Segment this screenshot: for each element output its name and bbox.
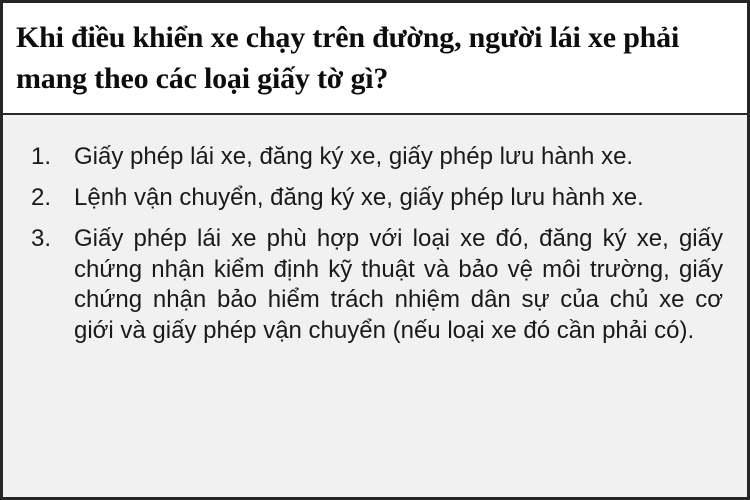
answer-option-3[interactable]: 3. Giấy phép lái xe phù hợp với loại xe … — [31, 224, 723, 346]
answer-text: Lệnh vận chuyển, đăng ký xe, giấy phép l… — [74, 184, 644, 211]
answer-text: Giấy phép lái xe phù hợp với loại xe đó,… — [74, 225, 723, 344]
answer-number: 3. — [31, 225, 52, 252]
question-card: Khi điều khiển xe chạy trên đường, người… — [0, 0, 750, 500]
answer-number: 2. — [31, 184, 52, 211]
answers-panel: 1. Giấy phép lái xe, đăng ký xe, giấy ph… — [3, 115, 747, 497]
question-header: Khi điều khiển xe chạy trên đường, người… — [3, 3, 747, 115]
question-text: Khi điều khiển xe chạy trên đường, người… — [16, 21, 680, 95]
answer-number: 1. — [31, 143, 52, 170]
answer-option-1[interactable]: 1. Giấy phép lái xe, đăng ký xe, giấy ph… — [31, 142, 723, 172]
answer-option-2[interactable]: 2. Lệnh vận chuyển, đăng ký xe, giấy phé… — [31, 183, 723, 213]
answer-list: 1. Giấy phép lái xe, đăng ký xe, giấy ph… — [31, 142, 723, 357]
answer-text: Giấy phép lái xe, đăng ký xe, giấy phép … — [74, 143, 634, 170]
